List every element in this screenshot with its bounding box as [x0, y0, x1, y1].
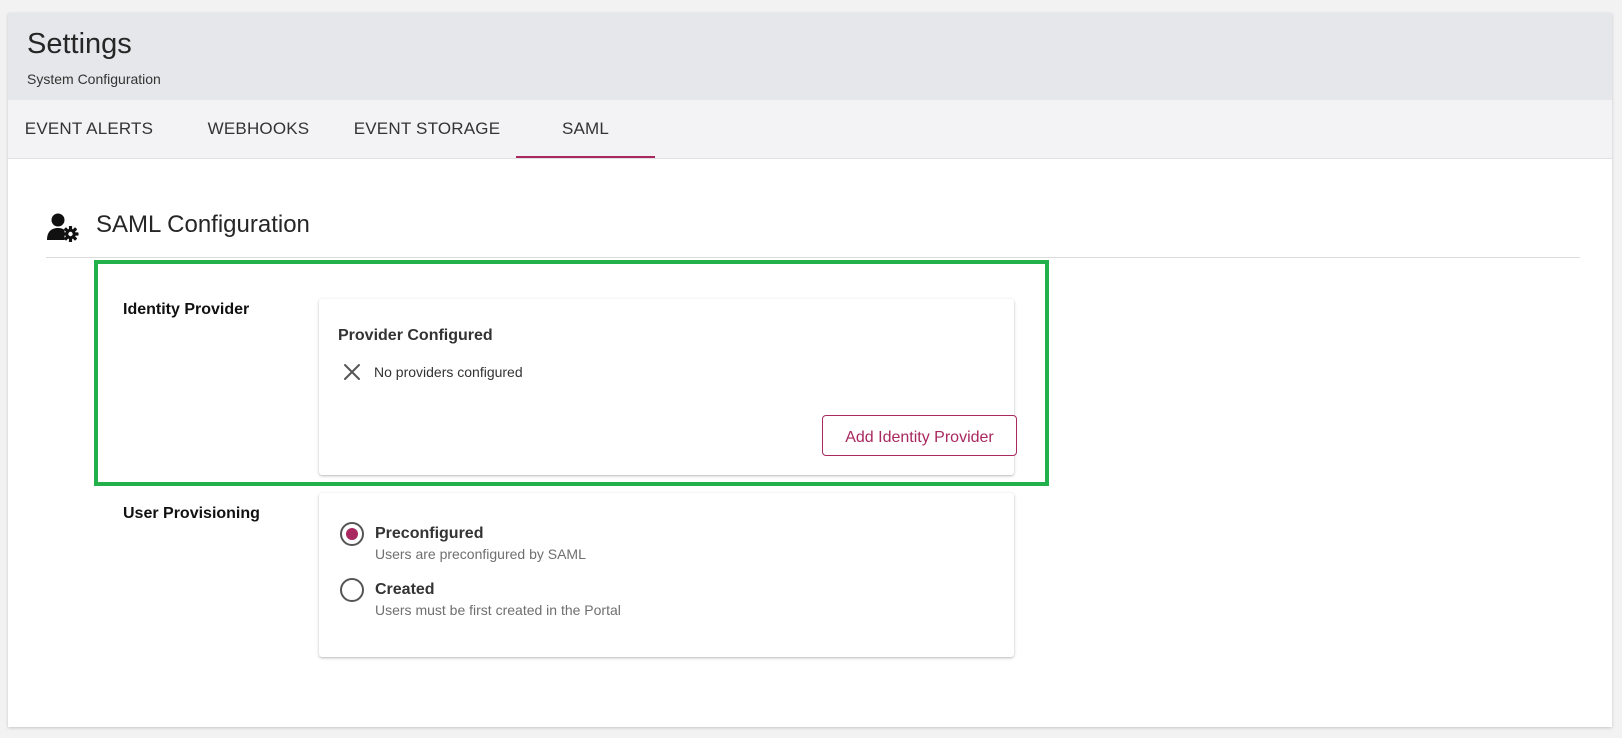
tab-webhooks[interactable]: WEBHOOKS	[190, 100, 327, 158]
identity-provider-card: Provider Configured No providers configu…	[319, 299, 1017, 475]
user-provisioning-label: User Provisioning	[123, 505, 260, 522]
radio-preconfigured[interactable]	[340, 522, 364, 546]
option-preconfigured-description: Users are preconfigured by SAML	[375, 546, 586, 562]
identity-provider-label: Identity Provider	[123, 301, 250, 318]
tab-event-storage[interactable]: EVENT STORAGE	[347, 100, 507, 158]
page-title: Settings	[27, 28, 132, 60]
page-header: Settings System Configuration	[8, 13, 1612, 100]
page-subtitle: System Configuration	[27, 71, 161, 87]
settings-window: Settings System Configuration EVENT ALER…	[8, 13, 1612, 727]
radio-created[interactable]	[340, 578, 364, 602]
user-provisioning-card: Preconfigured Users are preconfigured by…	[319, 493, 1014, 657]
section-divider	[46, 257, 1580, 258]
provider-configured-title: Provider Configured	[338, 327, 493, 344]
tab-event-alerts[interactable]: EVENT ALERTS	[8, 100, 170, 158]
option-created-description: Users must be first created in the Porta…	[375, 602, 621, 618]
tab-saml[interactable]: SAML	[516, 100, 655, 158]
add-identity-provider-button[interactable]: Add Identity Provider	[822, 415, 1017, 456]
tab-bar: EVENT ALERTS WEBHOOKS EVENT STORAGE SAML	[8, 100, 1612, 159]
provider-status-text: No providers configured	[374, 364, 523, 380]
option-created-label: Created	[375, 581, 435, 598]
option-preconfigured-label: Preconfigured	[375, 525, 484, 542]
user-gear-icon	[47, 213, 79, 242]
close-icon	[344, 364, 360, 380]
section-title: SAML Configuration	[96, 211, 310, 238]
